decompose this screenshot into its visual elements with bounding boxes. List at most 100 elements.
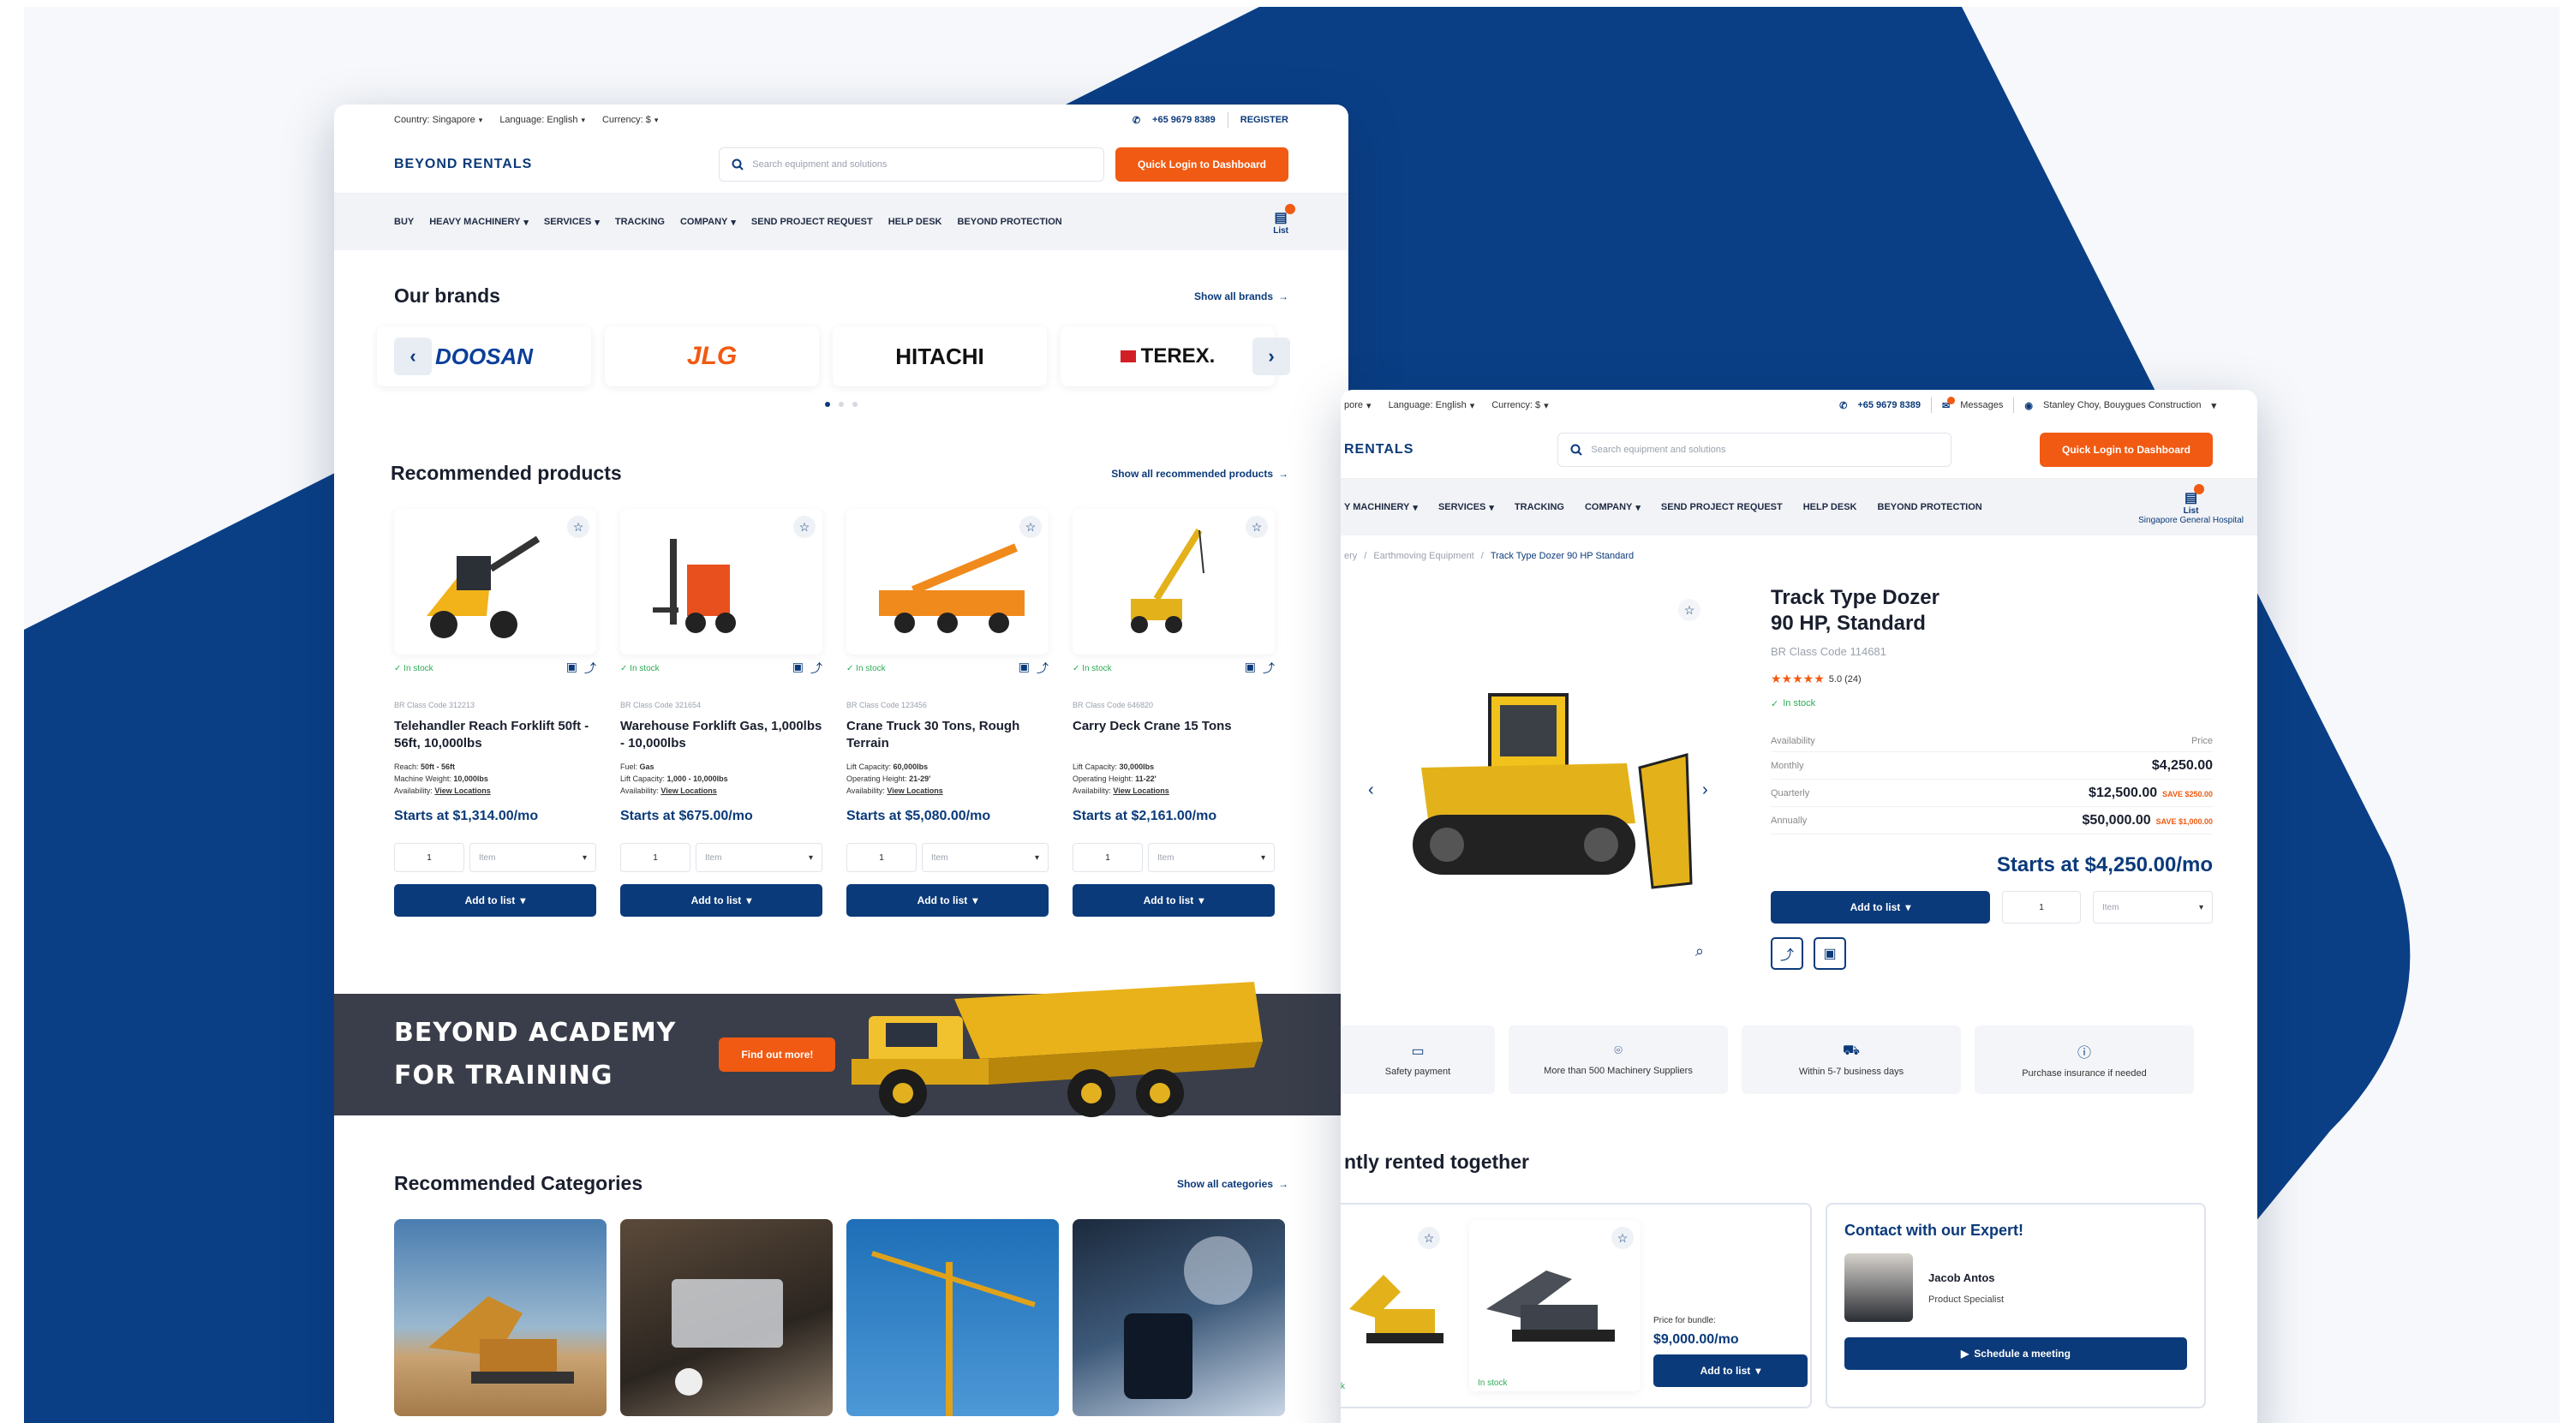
add-to-list-button[interactable]: Add to list ▾	[1073, 884, 1275, 917]
product-card[interactable]: ☆ ✓ In stock ▣ ⤴ BR Class Code 312213 Telehan…	[394, 509, 596, 917]
product-card[interactable]: ☆ ✓ In stock ▣ ⤴ BR Class Code 123456 Crane T…	[846, 509, 1049, 917]
product-image-box[interactable]: ☆	[394, 509, 596, 655]
currency-select[interactable]: Currency: $ ▾	[602, 115, 658, 125]
category-card[interactable]	[846, 1219, 1059, 1416]
user-menu[interactable]: Stanley Choy, Bouygues Construction	[2043, 400, 2201, 410]
register-link[interactable]: REGISTER	[1240, 115, 1288, 125]
favorite-button[interactable]: ☆	[1246, 516, 1268, 538]
breadcrumb-item[interactable]: Earthmoving Equipment	[1373, 551, 1473, 561]
favorite-button[interactable]: ☆	[1611, 1227, 1634, 1249]
quantity-input[interactable]: 1	[620, 843, 690, 872]
nav-item-tracking[interactable]: TRACKING	[615, 217, 665, 227]
compare-icon[interactable]: ▣	[792, 660, 804, 677]
quick-login-button[interactable]: Quick Login to Dashboard	[2039, 432, 2213, 467]
favorite-button[interactable]: ☆	[793, 516, 816, 538]
logo[interactable]: BEYOND RENTALS	[394, 157, 532, 172]
gallery-next-button[interactable]: ›	[1702, 780, 1708, 800]
unit-select[interactable]: Item ▾	[922, 843, 1049, 872]
nav-item-company[interactable]: COMPANY ▾	[1585, 502, 1641, 513]
product-title[interactable]: Telehandler Reach Forklift 50ft - 56ft, …	[394, 718, 596, 756]
favorite-button[interactable]: ☆	[1019, 516, 1042, 538]
phone-link[interactable]: +65 9679 8389	[1857, 400, 1921, 410]
add-to-list-button[interactable]: Add to list ▾	[394, 884, 596, 917]
unit-select[interactable]: Item ▾	[2093, 891, 2213, 924]
favorite-button[interactable]: ☆	[567, 516, 589, 538]
category-card[interactable]	[1073, 1219, 1285, 1416]
compare-button[interactable]: ▣	[1814, 937, 1846, 970]
quantity-input[interactable]: 1	[1073, 843, 1143, 872]
product-image-box[interactable]: ☆	[1073, 509, 1275, 655]
category-card[interactable]	[394, 1219, 607, 1416]
favorite-button[interactable]: ☆	[1678, 599, 1700, 621]
quantity-input[interactable]: 1	[2002, 891, 2081, 924]
messages-link[interactable]: Messages	[1960, 400, 2003, 410]
share-icon[interactable]: ⤴	[584, 660, 596, 677]
schedule-meeting-button[interactable]: ▶ Schedule a meeting	[1844, 1337, 2187, 1370]
quick-login-button[interactable]: Quick Login to Dashboard	[1115, 146, 1288, 182]
nav-item-beyond-protection[interactable]: BEYOND PROTECTION	[1878, 502, 1982, 512]
language-select[interactable]: Language: English ▾	[499, 115, 585, 125]
list-button[interactable]: ▤ List Singapore General Hospital	[2138, 484, 2244, 525]
carousel-dot[interactable]	[825, 402, 830, 407]
add-to-list-button[interactable]: Add to list ▾	[846, 884, 1049, 917]
logo[interactable]: RENTALS	[1344, 442, 1414, 457]
nav-item-heavy-machinery[interactable]: Y MACHINERY ▾	[1344, 502, 1418, 513]
product-title[interactable]: Crane Truck 30 Tons, Rough Terrain	[846, 718, 1049, 756]
nav-item-company[interactable]: COMPANY ▾	[680, 217, 736, 228]
phone-link[interactable]: +65 9679 8389	[1152, 115, 1216, 125]
country-select[interactable]: pore ▾	[1344, 400, 1372, 411]
nav-item-tracking[interactable]: TRACKING	[1515, 502, 1564, 512]
unit-select[interactable]: Item ▾	[696, 843, 822, 872]
zoom-icon[interactable]: ⌕	[1695, 942, 1704, 960]
product-title[interactable]: Carry Deck Crane 15 Tons	[1073, 718, 1275, 756]
currency-select[interactable]: Currency: $ ▾	[1491, 400, 1548, 411]
nav-item-services[interactable]: SERVICES ▾	[1438, 502, 1494, 513]
product-card[interactable]: ☆ ✓ In stock ▣ ⤴ BR Class Code 646820 Carry D…	[1073, 509, 1275, 917]
carousel-prev-button[interactable]: ‹	[394, 338, 432, 375]
list-button[interactable]: ▤ List	[1273, 203, 1295, 236]
add-bundle-button[interactable]: Add to list ▾	[1653, 1354, 1808, 1387]
unit-select[interactable]: Item ▾	[469, 843, 596, 872]
product-card[interactable]: ☆ ✓ In stock ▣ ⤴ BR Class Code 321654 Warehou…	[620, 509, 822, 917]
add-to-list-button[interactable]: Add to list ▾	[620, 884, 822, 917]
carousel-dot[interactable]	[839, 402, 844, 407]
language-select[interactable]: Language: English ▾	[1389, 400, 1475, 411]
view-locations-link[interactable]: View Locations	[660, 786, 716, 795]
rating[interactable]: ★★★★★ 5.0 (24)	[1771, 672, 2213, 686]
view-locations-link[interactable]: View Locations	[887, 786, 942, 795]
gallery-prev-button[interactable]: ‹	[1368, 780, 1374, 800]
quantity-input[interactable]: 1	[394, 843, 464, 872]
brand-card-hitachi[interactable]: HITACHI	[833, 326, 1047, 386]
nav-item-help-desk[interactable]: HELP DESK	[1803, 502, 1857, 512]
bundle-item[interactable]: ☆ In stock	[1469, 1220, 1641, 1391]
compare-icon[interactable]: ▣	[566, 660, 577, 677]
find-out-more-button[interactable]: Find out more!	[719, 1037, 836, 1072]
nav-item-help-desk[interactable]: HELP DESK	[888, 217, 942, 227]
compare-icon[interactable]: ▣	[1019, 660, 1030, 677]
quantity-input[interactable]: 1	[846, 843, 917, 872]
carousel-next-button[interactable]: ›	[1252, 338, 1290, 375]
show-all-recommended-link[interactable]: Show all recommended products →	[1111, 468, 1288, 480]
nav-item-send-project-request[interactable]: SEND PROJECT REQUEST	[1661, 502, 1783, 512]
unit-select[interactable]: Item ▾	[1148, 843, 1275, 872]
add-to-list-button[interactable]: Add to list ▾	[1771, 891, 1990, 924]
share-button[interactable]: ⤴	[1771, 937, 1803, 970]
product-title[interactable]: Warehouse Forklift Gas, 1,000lbs - 10,00…	[620, 718, 822, 756]
carousel-dot[interactable]	[852, 402, 858, 407]
view-locations-link[interactable]: View Locations	[1113, 786, 1168, 795]
product-image-box[interactable]: ☆	[620, 509, 822, 655]
search-input[interactable]: Search equipment and solutions	[1557, 432, 1952, 467]
view-locations-link[interactable]: View Locations	[434, 786, 490, 795]
product-image-box[interactable]: ☆	[846, 509, 1049, 655]
bundle-item[interactable]: ☆ k	[1341, 1220, 1461, 1391]
brand-card-terex[interactable]: TEREX.	[1061, 326, 1275, 386]
nav-item-heavy-machinery[interactable]: HEAVY MACHINERY ▾	[429, 217, 529, 228]
share-icon[interactable]: ⤴	[1263, 660, 1275, 677]
brand-card-jlg[interactable]: JLG	[605, 326, 819, 386]
favorite-button[interactable]: ☆	[1418, 1227, 1440, 1249]
category-card[interactable]	[620, 1219, 833, 1416]
breadcrumb-item[interactable]: ery	[1344, 551, 1357, 561]
show-all-categories-link[interactable]: Show all categories →	[1177, 1178, 1288, 1190]
show-all-brands-link[interactable]: Show all brands →	[1194, 290, 1288, 302]
nav-item-services[interactable]: SERVICES ▾	[544, 217, 600, 228]
